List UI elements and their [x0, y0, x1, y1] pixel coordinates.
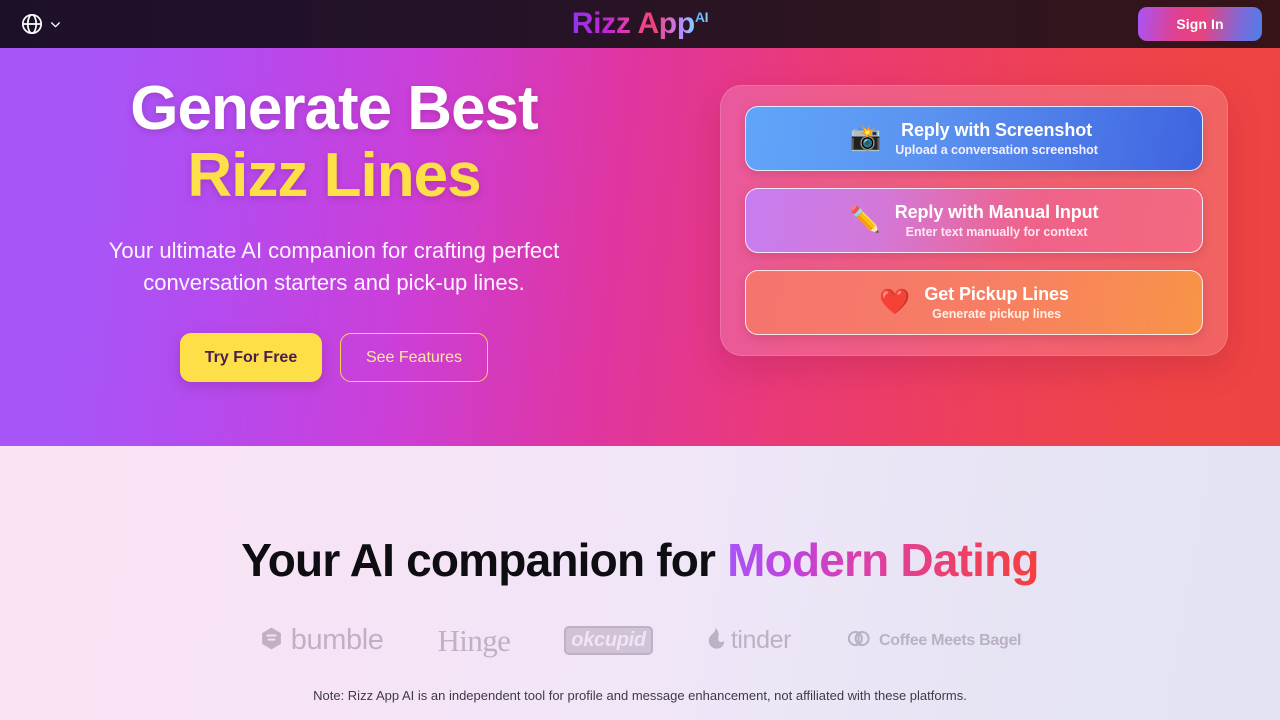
hero-title-line-2: Rizz Lines — [187, 141, 481, 210]
action-card-description: Generate pickup lines — [932, 307, 1061, 322]
brand-name: Rizz App — [571, 7, 695, 40]
logo-coffee-meets-bagel: Coffee Meets Bagel — [845, 625, 1022, 657]
logo-okcupid-label: okcupid — [564, 626, 653, 656]
try-for-free-button[interactable]: Try For Free — [180, 333, 322, 383]
action-card-title: Reply with Manual Input — [894, 201, 1099, 222]
action-card-title: Get Pickup Lines — [924, 283, 1069, 304]
logo-hinge: Hinge — [438, 623, 511, 659]
hero-title-line-1: Generate Best — [130, 74, 538, 143]
action-card-texts: Get Pickup Lines Generate pickup lines — [924, 283, 1069, 322]
see-features-button[interactable]: See Features — [340, 333, 488, 383]
section-title-plain: Your AI companion for — [241, 534, 728, 586]
action-card-texts: Reply with Manual Input Enter text manua… — [895, 202, 1099, 240]
hero-subtitle: Your ultimate AI companion for crafting … — [108, 238, 560, 296]
platform-logos-row: bumble Hinge okcupid tinder Coffee Meets… — [0, 623, 1280, 659]
hero-actions-area: 📸 Reply with Screenshot Upload a convers… — [668, 48, 1280, 356]
section-title-accent: Modern Dating — [727, 534, 1039, 586]
hero-cta-group: Try For Free See Features — [0, 333, 668, 383]
action-card-texts: Reply with Screenshot Upload a conversat… — [895, 120, 1098, 158]
camera-with-flash-icon: 📸 — [850, 124, 882, 152]
pencil-icon: ✏️ — [849, 206, 881, 234]
section-title: Your AI companion for Modern Dating — [0, 446, 1280, 586]
action-card-title: Reply with Screenshot — [901, 119, 1093, 140]
brand-superscript: AI — [694, 9, 709, 25]
platforms-disclaimer: Note: Rizz App AI is an independent tool… — [313, 687, 967, 703]
bumble-mark-icon — [259, 626, 284, 656]
brand-logo[interactable]: Rizz AppAI — [0, 9, 1280, 39]
logo-coffee-meets-bagel-label: Coffee Meets Bagel — [879, 631, 1022, 649]
hero-section: Generate Best Rizz Lines Your ultimate A… — [0, 48, 1280, 446]
logo-bumble-label: bumble — [290, 624, 384, 657]
action-card-description: Enter text manually for context — [905, 225, 1088, 240]
logo-okcupid: okcupid — [564, 626, 653, 656]
page-title: Generate Best Rizz Lines — [0, 78, 668, 207]
action-card-reply-with-manual-input[interactable]: ✏️ Reply with Manual Input Enter text ma… — [745, 188, 1203, 253]
sign-in-button[interactable]: Sign In — [1138, 7, 1262, 41]
hero-copy: Generate Best Rizz Lines Your ultimate A… — [0, 48, 668, 383]
action-card-get-pickup-lines[interactable]: ❤️ Get Pickup Lines Generate pickup line… — [745, 270, 1203, 335]
coffee-meets-bagel-mark-icon — [845, 625, 872, 657]
logo-tinder: tinder — [707, 626, 791, 655]
logo-tinder-label: tinder — [730, 626, 792, 655]
top-header: Rizz AppAI Sign In — [0, 0, 1280, 48]
logo-hinge-label: Hinge — [437, 622, 511, 658]
action-card-reply-with-screenshot[interactable]: 📸 Reply with Screenshot Upload a convers… — [745, 106, 1203, 171]
action-card-description: Upload a conversation screenshot — [895, 143, 1098, 158]
red-heart-icon: ❤️ — [879, 288, 911, 316]
tinder-flame-icon — [707, 627, 725, 654]
companion-section: Your AI companion for Modern Dating bumb… — [0, 446, 1280, 720]
action-card-panel: 📸 Reply with Screenshot Upload a convers… — [720, 85, 1228, 356]
logo-bumble: bumble — [259, 624, 384, 657]
